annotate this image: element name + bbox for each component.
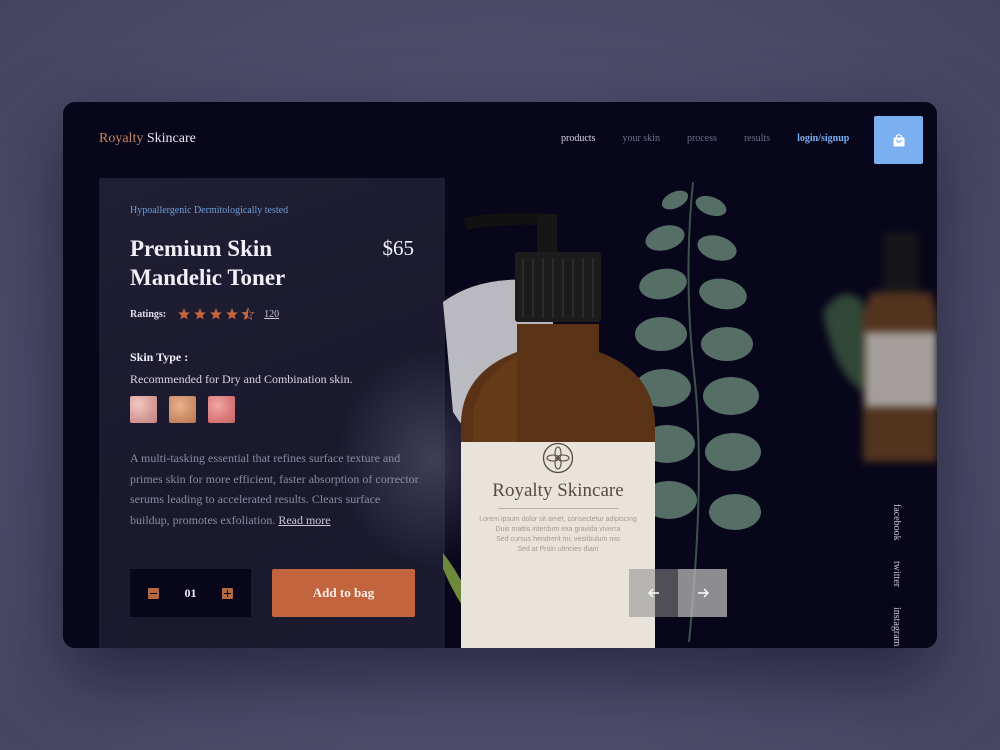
star-icon [194, 308, 206, 320]
skin-swatch-dry[interactable] [130, 396, 157, 423]
bottle-label: Royalty Skincare Lorem ipsum dolor sit a… [461, 442, 655, 555]
read-more-link[interactable]: Read more [278, 513, 330, 527]
skin-swatches [130, 396, 235, 423]
star-rating [177, 307, 255, 321]
brand-name-part2: Skincare [146, 131, 196, 146]
minus-icon[interactable] [148, 587, 159, 599]
ratings-count-link[interactable]: 120 [264, 309, 279, 320]
main-nav: products your skin process results login… [561, 133, 849, 144]
carousel-next-button[interactable] [678, 569, 727, 617]
ratings-label: Ratings: [130, 308, 167, 320]
plus-icon[interactable] [222, 587, 233, 599]
skin-type-heading: Skin Type : [130, 350, 189, 364]
star-icon [178, 308, 190, 320]
product-tagline: Hypoallergenic Dermitologically tested [130, 205, 289, 216]
next-product-preview-image[interactable] [813, 222, 937, 462]
bottle-label-brand: Royalty Skincare [492, 480, 624, 501]
nav-item-your-skin[interactable]: your skin [622, 133, 660, 144]
brand-logo[interactable]: Royalty Skincare [99, 131, 196, 147]
brand-name-part1: Royalty [99, 131, 144, 146]
product-price: $65 [382, 236, 415, 260]
star-half-icon [241, 307, 255, 321]
carousel-controls [629, 569, 727, 617]
carousel-prev-button[interactable] [629, 569, 678, 617]
app-window: Royalty Skincare products your skin proc… [63, 102, 937, 648]
star-icon [226, 308, 238, 320]
product-title-line1: Premium Skin [130, 236, 273, 261]
nav-item-process[interactable]: process [687, 133, 717, 144]
product-title-line2: Mandelic Toner [130, 265, 286, 290]
shopping-bag-icon [893, 133, 904, 146]
quantity-value: 01 [184, 585, 197, 600]
star-icon [210, 308, 222, 320]
social-link-twitter[interactable]: twitter [891, 561, 902, 587]
lotus-logo-icon [542, 442, 574, 474]
fine-print-line: Duis mattis interdum exa gravida viverra [495, 526, 621, 533]
description-text: A multi-tasking essential that refines s… [130, 451, 419, 527]
login-signup-link[interactable]: login/signup [797, 133, 849, 144]
add-to-bag-button[interactable]: Add to bag [272, 569, 415, 617]
nav-item-products[interactable]: products [561, 133, 595, 144]
product-description: A multi-tasking essential that refines s… [130, 448, 420, 530]
skin-type-description: Recommended for Dry and Combination skin… [130, 372, 353, 386]
product-card: Hypoallergenic Dermitologically tested P… [99, 178, 475, 648]
cart-button[interactable] [874, 116, 923, 164]
arrow-left-icon [647, 588, 659, 598]
bottle-label-fine-print: Lorem ipsum dolor sit amet, consectetur … [461, 515, 655, 555]
nav-item-results[interactable]: results [744, 133, 770, 144]
skin-swatch-combination[interactable] [169, 396, 196, 423]
social-link-instagram[interactable]: instagram [891, 607, 902, 646]
fine-print-line: Sed cursus hendrerit mi, vestibulum nisi [496, 536, 620, 543]
product-title: Premium Skin Mandelic Toner [130, 234, 350, 292]
fine-print-line: Sed at Proin ultricies diam [517, 546, 599, 553]
quantity-stepper: 01 [130, 569, 251, 617]
social-links: facebook twitter instagram [891, 504, 902, 646]
social-link-facebook[interactable]: facebook [891, 504, 902, 541]
arrow-right-icon [697, 588, 709, 598]
skin-swatch-sensitive[interactable] [208, 396, 235, 423]
fine-print-line: Lorem ipsum dolor sit amet, consectetur … [479, 516, 637, 523]
ratings-row: Ratings: 120 [130, 307, 279, 321]
